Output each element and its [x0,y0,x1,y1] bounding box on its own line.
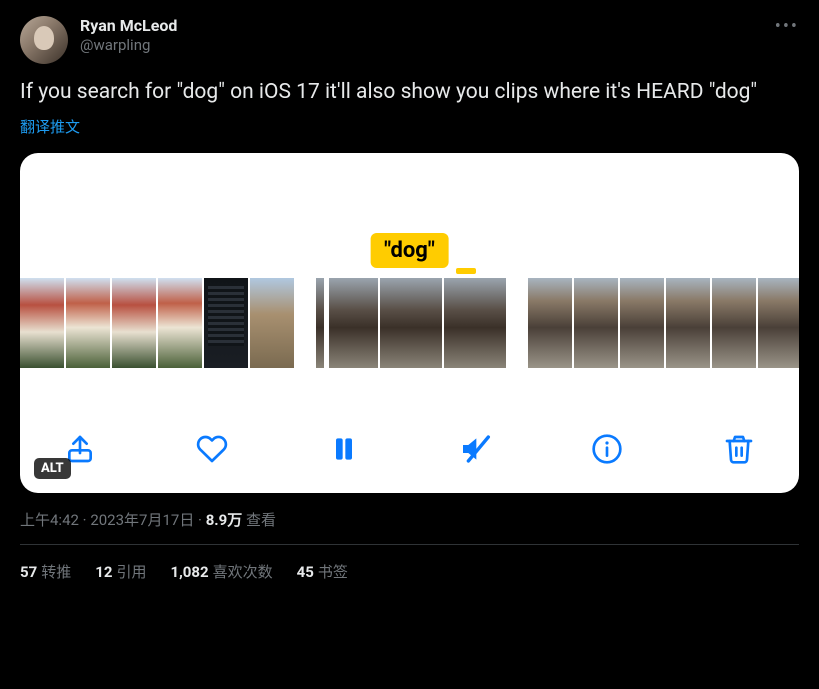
video-timeline[interactable] [20,278,799,368]
clip-group-1 [20,278,294,368]
more-options-icon[interactable]: ••• [775,16,799,37]
alt-badge[interactable]: ALT [34,458,71,479]
tweet-text: If you search for "dog" on iOS 17 it'll … [20,78,799,106]
tweet-header: Ryan McLeod @warpling ••• [20,16,799,64]
tweet-time[interactable]: 上午4:42 [20,511,79,529]
clip-thumbnail [528,278,572,368]
clip-thumbnail [20,278,64,368]
clip-thumbnail [112,278,156,368]
tweet-container: Ryan McLeod @warpling ••• If you search … [0,0,819,582]
tweet-stats: 57转推 12引用 1,082喜欢次数 45书签 [20,545,799,582]
search-tag: "dog" [370,233,449,268]
heart-icon[interactable] [192,429,232,469]
clip-thumbnail [666,278,710,368]
tweet-metadata: 上午4:42 · 2023年7月17日 · 8.9万 查看 [20,509,799,530]
clip-thumbnail [204,278,248,368]
clip-thumbnail [620,278,664,368]
timeline-marker [456,268,476,274]
playhead[interactable] [324,272,329,374]
pause-icon[interactable] [324,429,364,469]
author-display-name: Ryan McLeod [80,16,177,36]
clip-group-2 [316,278,506,368]
stat-bookmarks[interactable]: 45书签 [297,561,348,582]
clip-thumbnail [380,278,442,368]
info-icon[interactable] [587,429,627,469]
author-names[interactable]: Ryan McLeod @warpling [80,16,177,55]
clip-thumbnail [712,278,756,368]
clip-thumbnail [250,278,294,368]
media-card[interactable]: "dog" [20,153,799,493]
speaker-muted-icon[interactable] [455,429,495,469]
stat-quotes[interactable]: 12引用 [95,561,146,582]
trash-icon[interactable] [719,429,759,469]
clip-thumbnail [444,278,506,368]
clip-group-3 [528,278,799,368]
author-handle: @warpling [80,36,177,55]
view-count: 8.9万 [206,511,243,529]
clip-thumbnail [158,278,202,368]
clip-thumbnail [574,278,618,368]
translate-link[interactable]: 翻译推文 [20,116,80,137]
view-label: 查看 [242,511,276,529]
stat-likes[interactable]: 1,082喜欢次数 [170,561,272,582]
tweet-date[interactable]: 2023年7月17日 [90,511,194,529]
avatar[interactable] [20,16,68,64]
stat-retweets[interactable]: 57转推 [20,561,71,582]
media-toolbar [20,429,799,469]
clip-thumbnail [66,278,110,368]
clip-thumbnail [758,278,799,368]
